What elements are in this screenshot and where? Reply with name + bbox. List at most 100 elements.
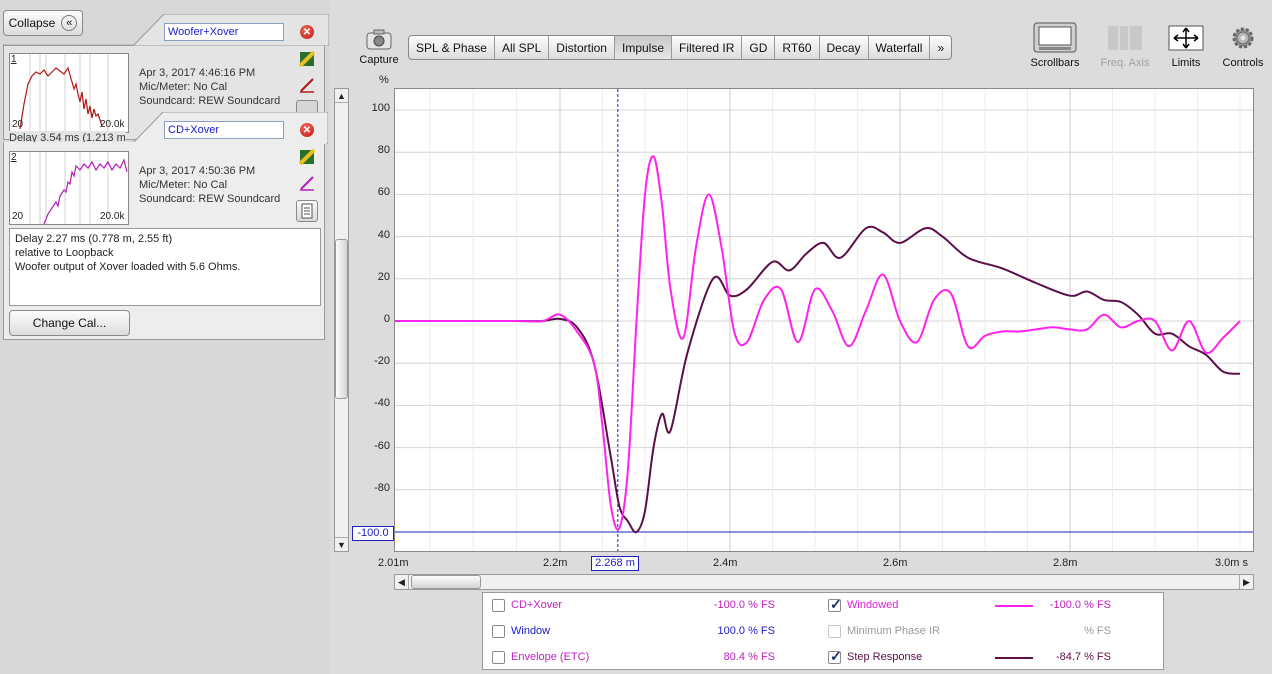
- tab-spl-phase[interactable]: SPL & Phase: [409, 36, 495, 59]
- cursor-x-readout: 2.268 m: [591, 556, 639, 571]
- limits-button[interactable]: Limits: [1163, 24, 1209, 69]
- legend-value-step-response: -84.7 % FS: [1055, 651, 1111, 663]
- series-line-step-response: [394, 225, 1241, 534]
- window-checkbox[interactable]: [492, 625, 505, 638]
- y-tick-label: -80: [374, 481, 390, 494]
- x-tick-label: 3.0m s: [1215, 557, 1249, 569]
- camera-icon: [366, 29, 392, 50]
- measurement-name-field-2[interactable]: CD+Xover: [164, 121, 284, 139]
- thumb-min-label-2: 20: [12, 211, 24, 222]
- y-tick-label: -60: [374, 439, 390, 452]
- measurement-soundcard-2: Soundcard: REW Soundcard: [139, 193, 281, 205]
- tab-distortion[interactable]: Distortion: [549, 36, 615, 59]
- tab-filtered-ir[interactable]: Filtered IR: [672, 36, 743, 59]
- notes-line-3: Woofer output of Xover loaded with 5.6 O…: [15, 261, 241, 273]
- impulse-graph-svg: [394, 89, 1253, 551]
- capture-button[interactable]: Capture: [357, 27, 401, 66]
- legend-value-windowed: -100.0 % FS: [1049, 599, 1111, 611]
- tab-waterfall[interactable]: Waterfall: [869, 36, 931, 59]
- step-response-checkbox[interactable]: [828, 648, 842, 665]
- color-palette-icon[interactable]: [299, 149, 315, 165]
- measurement-info-2: Apr 3, 2017 4:50:36 PM Mic/Meter: No Cal…: [139, 164, 280, 206]
- tab-rt60[interactable]: RT60: [775, 36, 820, 59]
- legend-label-envelope: Envelope (ETC): [511, 651, 590, 663]
- close-icon[interactable]: ✕: [300, 123, 314, 137]
- freq-axis-label: Freq. Axis: [1100, 57, 1150, 69]
- controls-label: Controls: [1222, 57, 1264, 69]
- scroll-left-arrow-icon[interactable]: ◀: [395, 575, 409, 589]
- horizontal-scrollbar[interactable]: ◀ ▶: [394, 574, 1254, 590]
- thumb-max-label-2: 20.0k: [100, 211, 125, 222]
- notes-line-2: relative to Loopback: [15, 247, 114, 259]
- x-tick-label: 2.4m: [713, 557, 738, 569]
- graph-tab-bar: SPL & Phase All SPL Distortion Impulse F…: [408, 35, 953, 60]
- tab-impulse[interactable]: Impulse: [614, 36, 673, 59]
- measurement-index-1: 1: [11, 54, 17, 65]
- legend-value-minimum-phase: % FS: [1084, 625, 1111, 637]
- series-line-windowed: [394, 155, 1241, 531]
- legend-label-step-response: Step Response: [847, 651, 923, 663]
- notes-icon[interactable]: [296, 100, 318, 112]
- legend-label-minimum-phase: Minimum Phase IR: [847, 625, 940, 637]
- notes-line-1: Delay 2.27 ms (0.778 m, 2.55 ft): [15, 233, 173, 245]
- trace-legend: CD+Xover -100.0 % FS Window 100.0 % FS E…: [482, 592, 1164, 670]
- scroll-right-arrow-icon[interactable]: ▶: [1239, 575, 1253, 589]
- x-tick-label: 2.01m: [378, 557, 409, 569]
- freq-axis-icon: [1108, 26, 1142, 50]
- measurement-thumbnail-2[interactable]: 2 20 20.0k: [9, 151, 129, 225]
- trace-color-icon[interactable]: [299, 77, 315, 93]
- y-tick-label: 100: [371, 102, 390, 114]
- y-tick-label: 40: [377, 228, 390, 241]
- y-tick-label: 0: [383, 313, 390, 325]
- vertical-scroll-thumb[interactable]: [335, 239, 348, 399]
- horizontal-scroll-thumb[interactable]: [411, 575, 481, 589]
- scroll-down-arrow-icon[interactable]: ▼: [335, 537, 348, 551]
- x-tick-label: 2.6m: [883, 557, 908, 569]
- change-cal-button[interactable]: Change Cal...: [9, 310, 130, 336]
- impulse-graph[interactable]: [394, 88, 1254, 552]
- freq-axis-button[interactable]: Freq. Axis: [1093, 24, 1157, 69]
- notes-icon[interactable]: [296, 200, 318, 222]
- tab-more[interactable]: »: [930, 36, 951, 59]
- measurement-notes[interactable]: Delay 2.27 ms (0.778 m, 2.55 ft) relativ…: [9, 228, 321, 306]
- envelope-checkbox[interactable]: [492, 651, 505, 664]
- tab-all-spl[interactable]: All SPL: [495, 36, 550, 59]
- y-axis-unit: %: [379, 74, 389, 86]
- y-tick-label: -20: [374, 355, 390, 368]
- tab-gd[interactable]: GD: [742, 36, 776, 59]
- vertical-scrollbar[interactable]: ▲ ▼: [334, 88, 349, 552]
- x-tick-label: 2.8m: [1053, 557, 1078, 569]
- measurements-panel: Collapse « Woofer+Xover ✕ 1 20 20.0k Apr…: [0, 0, 330, 674]
- measurement-date-1: Apr 3, 2017 4:46:16 PM: [139, 67, 256, 79]
- x-tick-label: 2.2m: [543, 557, 568, 569]
- y-tick-label: -40: [374, 397, 390, 410]
- cd-xover-checkbox[interactable]: [492, 599, 505, 612]
- measurement-index-2: 2: [11, 152, 17, 163]
- color-palette-icon[interactable]: [299, 51, 315, 67]
- close-icon[interactable]: ✕: [300, 25, 314, 39]
- measurement-mic-2: Mic/Meter: No Cal: [139, 179, 228, 191]
- y-tick-label: 80: [377, 144, 390, 157]
- minimum-phase-checkbox[interactable]: [828, 625, 841, 638]
- windowed-checkbox[interactable]: [828, 596, 842, 613]
- capture-label: Capture: [359, 54, 399, 66]
- measurement-name-field-1[interactable]: Woofer+Xover: [164, 23, 284, 41]
- cursor-y-readout: -100.0: [352, 526, 394, 541]
- tab-decay[interactable]: Decay: [820, 36, 869, 59]
- scroll-up-arrow-icon[interactable]: ▲: [335, 89, 348, 103]
- measurement-mic-1: Mic/Meter: No Cal: [139, 81, 228, 93]
- scrollbars-icon: [1033, 22, 1077, 53]
- trace-color-icon[interactable]: [299, 175, 315, 191]
- legend-label-window: Window: [511, 625, 551, 637]
- legend-value-cd-xover: -100.0 % FS: [713, 599, 775, 611]
- limits-label: Limits: [1171, 57, 1201, 69]
- y-tick-label: 20: [377, 270, 390, 283]
- scrollbars-button[interactable]: Scrollbars: [1024, 22, 1086, 69]
- y-tick-label: 60: [377, 186, 390, 199]
- controls-button[interactable]: Controls: [1216, 24, 1270, 69]
- legend-value-window: 100.0 % FS: [717, 625, 775, 637]
- scrollbars-label: Scrollbars: [1030, 57, 1080, 69]
- legend-label-windowed: Windowed: [847, 599, 899, 611]
- limits-arrows-icon: [1168, 25, 1204, 51]
- measurement-date-2: Apr 3, 2017 4:50:36 PM: [139, 165, 256, 177]
